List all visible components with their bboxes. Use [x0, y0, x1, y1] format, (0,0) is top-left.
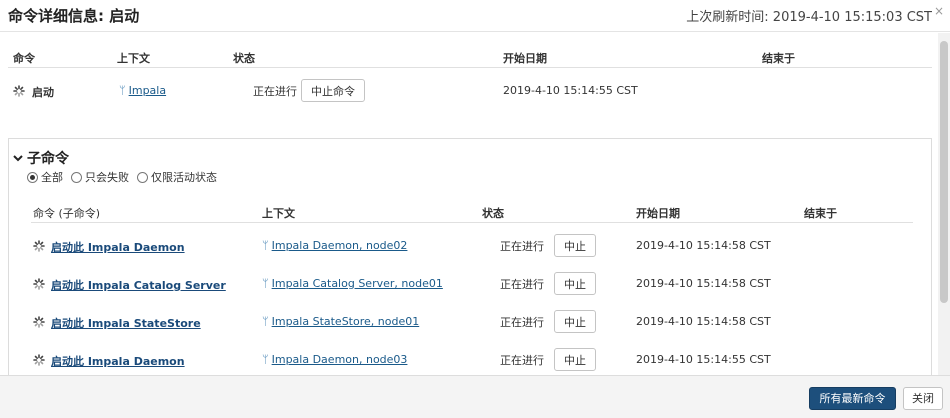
- sub-command-link[interactable]: 启动此 Impala Daemon: [51, 239, 185, 255]
- command-name: 启动: [32, 86, 54, 99]
- table-row: 启动此 Impala StateStore ᛘ Impala StateStore,…: [9, 310, 929, 341]
- sub-start-date: 2019-4-10 15:14:58 CST: [636, 277, 771, 290]
- sub-status-text: 正在进行: [500, 240, 544, 253]
- sub-context-cell: ᛘ Impala Daemon, node03: [262, 353, 407, 366]
- last-refresh-time: 上次刷新时间: 2019-4-10 15:15:03 CST: [686, 10, 932, 25]
- spinner-icon: [33, 240, 45, 252]
- sub-col-header-status: 状态: [482, 207, 504, 220]
- sub-start-date: 2019-4-10 15:14:58 CST: [636, 239, 771, 252]
- sub-start-date: 2019-4-10 15:14:58 CST: [636, 315, 771, 328]
- spinner-icon: [33, 278, 45, 290]
- table-row: 启动此 Impala Catalog Server ᛘ Impala Catalog…: [9, 272, 929, 303]
- sub-context-cell: ᛘ Impala StateStore, node01: [262, 315, 419, 328]
- all-recent-commands-button[interactable]: 所有最新命令: [809, 387, 896, 410]
- sub-context-link[interactable]: Impala Daemon, node02: [272, 239, 408, 252]
- sub-col-header-context: 上下文: [262, 207, 295, 220]
- spinner-icon: [33, 316, 45, 328]
- dialog-footer: 所有最新命令 关闭: [0, 375, 950, 418]
- sub-context-link[interactable]: Impala Catalog Server, node01: [272, 277, 443, 290]
- radio-icon: [137, 171, 148, 183]
- scrollbar[interactable]: [938, 33, 950, 375]
- filter-all[interactable]: 全部: [27, 169, 63, 185]
- context-link[interactable]: Impala: [129, 84, 166, 97]
- col-header-command: 命令: [13, 52, 35, 65]
- close-icon[interactable]: ×: [934, 4, 944, 18]
- service-icon: ᛘ: [119, 84, 126, 97]
- sub-commands-panel: 子命令 全部 只会失败 仅限活动状态 命令 (子命令) 上下文 状态 开始日期 …: [8, 138, 932, 375]
- col-header-end: 结束于: [762, 52, 795, 65]
- chevron-down-icon: [13, 155, 23, 162]
- start-date: 2019-4-10 15:14:55 CST: [503, 84, 638, 97]
- sub-commands-title: 子命令: [27, 151, 69, 167]
- sub-command-link[interactable]: 启动此 Impala Daemon: [51, 353, 185, 369]
- radio-icon: [71, 171, 82, 183]
- divider: [31, 222, 913, 223]
- sub-status-text: 正在进行: [500, 316, 544, 329]
- sub-abort-button[interactable]: 中止: [554, 310, 596, 333]
- col-header-context: 上下文: [117, 52, 150, 65]
- scrollbar-thumb[interactable]: [940, 41, 948, 303]
- sub-context-cell: ᛘ Impala Daemon, node02: [262, 239, 407, 252]
- service-icon: ᛘ: [262, 239, 269, 252]
- service-icon: ᛘ: [262, 315, 269, 328]
- sub-status-text: 正在进行: [500, 354, 544, 367]
- dialog-body[interactable]: 命令 上下文 状态 开始日期 结束于 启动 ᛘ Impala 正在进行 中止命令 …: [0, 33, 938, 375]
- sub-col-header-end: 结束于: [804, 207, 837, 220]
- sub-context-cell: ᛘ Impala Catalog Server, node01: [262, 277, 443, 290]
- radio-icon: [27, 171, 38, 183]
- sub-command-link[interactable]: 启动此 Impala StateStore: [51, 315, 201, 331]
- filter-failed-only[interactable]: 只会失败: [71, 169, 129, 185]
- service-icon: ᛘ: [262, 353, 269, 366]
- col-header-start-date: 开始日期: [503, 52, 547, 65]
- dialog-header: 命令详细信息: 启动 上次刷新时间: 2019-4-10 15:15:03 CS…: [0, 0, 950, 32]
- sub-abort-button[interactable]: 中止: [554, 272, 596, 295]
- sub-start-date: 2019-4-10 15:14:55 CST: [636, 353, 771, 366]
- sub-status-text: 正在进行: [500, 278, 544, 291]
- spinner-icon: [33, 354, 45, 366]
- sub-command-link[interactable]: 启动此 Impala Catalog Server: [51, 277, 226, 293]
- sub-col-header-command: 命令 (子命令): [33, 207, 101, 220]
- table-row: 启动此 Impala Daemon ᛘ Impala Daemon, node02 正…: [9, 234, 929, 265]
- table-row: 启动此 Impala Daemon ᛘ Impala Daemon, node03 正…: [9, 348, 929, 375]
- filter-active-only[interactable]: 仅限活动状态: [137, 169, 217, 185]
- sub-abort-button[interactable]: 中止: [554, 348, 596, 371]
- sub-context-link[interactable]: Impala StateStore, node01: [272, 315, 420, 328]
- status-text: 正在进行: [253, 85, 297, 98]
- col-header-status: 状态: [233, 52, 255, 65]
- sub-commands-toggle[interactable]: 子命令: [13, 148, 69, 168]
- sub-col-header-start-date: 开始日期: [636, 207, 680, 220]
- context-cell: ᛘ Impala: [119, 84, 166, 97]
- sub-context-link[interactable]: Impala Daemon, node03: [272, 353, 408, 366]
- sub-abort-button[interactable]: 中止: [554, 234, 596, 257]
- divider: [8, 67, 932, 68]
- service-icon: ᛘ: [262, 277, 269, 290]
- abort-command-button[interactable]: 中止命令: [301, 79, 365, 102]
- dialog-title: 命令详细信息: 启动: [8, 7, 140, 25]
- close-button[interactable]: 关闭: [903, 387, 943, 410]
- spinner-icon: [13, 85, 25, 97]
